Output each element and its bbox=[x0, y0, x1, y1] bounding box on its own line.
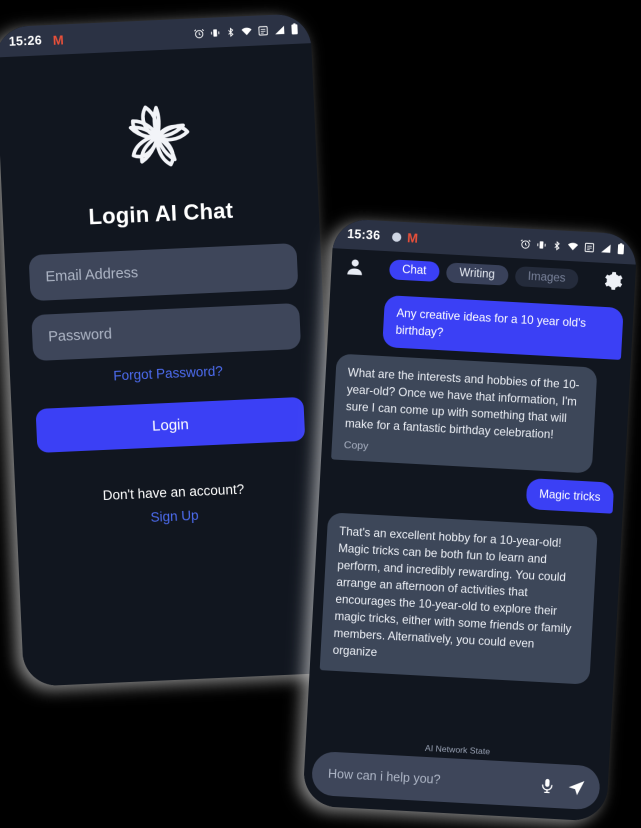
login-screen: Login AI Chat Forgot Password? Login Don… bbox=[0, 43, 340, 687]
vibrate-icon bbox=[210, 28, 220, 37]
message-list: Any creative ideas for a 10 year old's b… bbox=[306, 284, 634, 750]
chat-mode-tabs: Chat Writing Images bbox=[388, 258, 580, 289]
vibrate-icon bbox=[537, 240, 546, 249]
bluetooth-icon bbox=[228, 27, 234, 37]
status-bar-left-icons: M bbox=[391, 229, 419, 246]
flower-pinwheel-logo bbox=[115, 94, 201, 185]
status-bar-left-icons: M bbox=[52, 31, 64, 48]
microphone-icon[interactable] bbox=[538, 777, 556, 795]
status-bar-right-icons bbox=[193, 23, 298, 40]
wifi-icon bbox=[241, 27, 252, 35]
volte-icon bbox=[258, 25, 268, 36]
signal-icon bbox=[275, 25, 285, 34]
battery-icon bbox=[291, 23, 298, 35]
forgot-password-link[interactable]: Forgot Password? bbox=[113, 363, 223, 383]
gear-icon[interactable] bbox=[602, 270, 624, 292]
screenshot-stage: 15:26 M Login AI Chat Email Address Forg… bbox=[0, 0, 641, 828]
page-title: Login AI Chat bbox=[87, 197, 234, 230]
status-bar-time: 15:36 bbox=[346, 226, 381, 243]
message-row-assistant-2: That's an excellent hobby for a 10-year-… bbox=[319, 498, 613, 685]
status-bar-right-icons bbox=[520, 237, 625, 255]
alarm-icon bbox=[520, 238, 531, 249]
no-account-text: Don't have an account? bbox=[102, 481, 245, 504]
password-field[interactable] bbox=[31, 302, 302, 362]
status-bar-time: 15:26 bbox=[8, 33, 43, 49]
login-phone-mockup: 15:26 M Login AI Chat Email Address Forg… bbox=[0, 13, 340, 687]
battery-icon bbox=[617, 243, 625, 255]
user-message-bubble: Magic tricks bbox=[525, 477, 615, 514]
login-button[interactable]: Login bbox=[35, 396, 306, 453]
tab-writing[interactable]: Writing bbox=[445, 261, 509, 286]
chat-screen: Chat Writing Images Any creative ideas f… bbox=[302, 248, 637, 822]
alarm-icon bbox=[194, 28, 204, 38]
message-row-assistant-1: What are the interests and hobbies of th… bbox=[331, 345, 621, 475]
tab-images[interactable]: Images bbox=[514, 265, 580, 289]
sign-up-link[interactable]: Sign Up bbox=[150, 508, 199, 525]
bluetooth-icon bbox=[554, 240, 560, 250]
assistant-message-bubble: That's an excellent hobby for a 10-year-… bbox=[319, 511, 598, 685]
chat-input[interactable] bbox=[325, 765, 529, 793]
person-icon[interactable] bbox=[344, 256, 366, 278]
assistant-message-text: What are the interests and hobbies of th… bbox=[344, 366, 580, 442]
email-field[interactable] bbox=[28, 243, 299, 302]
volte-icon bbox=[584, 242, 595, 252]
gmail-icon: M bbox=[52, 31, 64, 48]
assistant-message-bubble: What are the interests and hobbies of th… bbox=[331, 353, 598, 474]
gmail-icon: M bbox=[406, 229, 419, 246]
send-icon[interactable] bbox=[566, 777, 586, 797]
tab-chat[interactable]: Chat bbox=[388, 258, 440, 282]
app-badge-icon bbox=[392, 232, 402, 242]
wifi-icon bbox=[568, 242, 579, 250]
signal-icon bbox=[601, 244, 611, 253]
chat-phone-mockup: 15:36 M Chat Writing Images Any creative… bbox=[302, 218, 638, 822]
